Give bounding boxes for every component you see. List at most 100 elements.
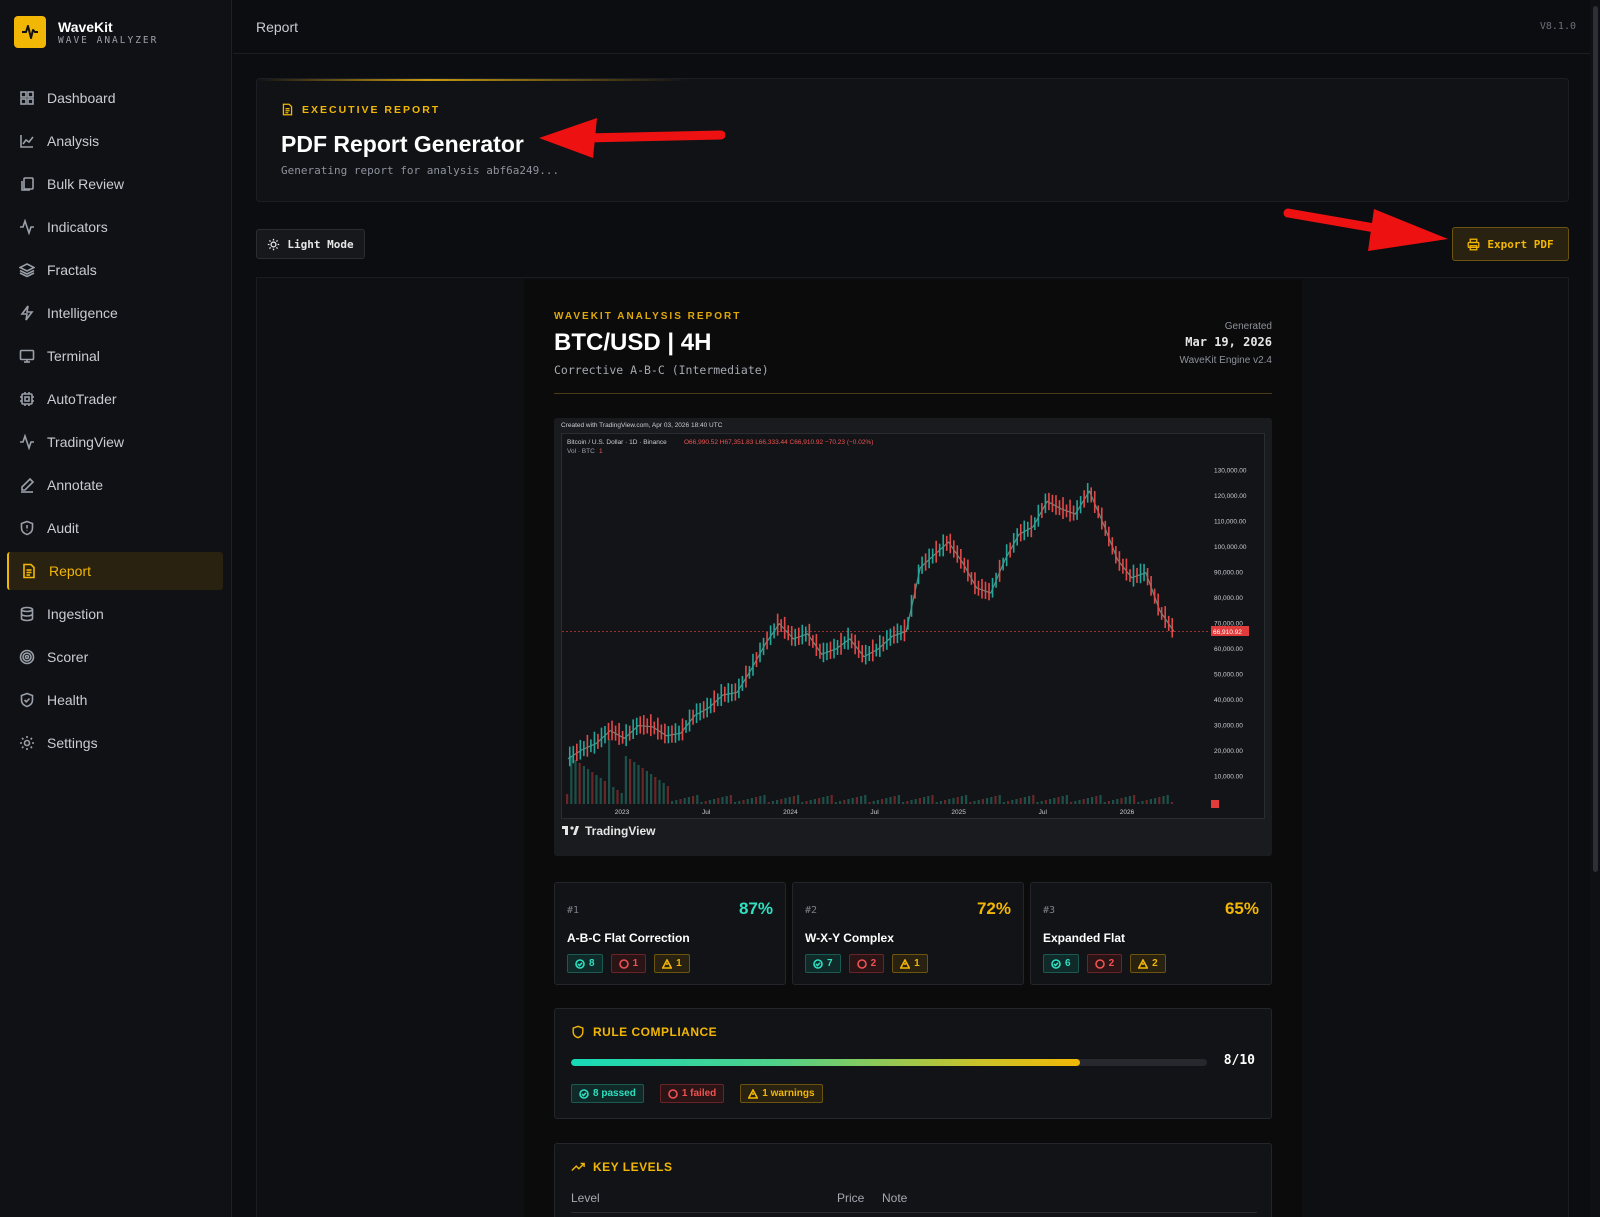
sidebar-item-terminal[interactable]: Terminal: [7, 337, 223, 375]
volume-bar: [1049, 799, 1052, 804]
volume-bar: [658, 780, 661, 804]
volume-bar: [948, 799, 951, 804]
volume-bar: [608, 739, 611, 804]
x-tick-label: 2026: [1120, 809, 1135, 816]
volume-bar: [687, 797, 690, 804]
y-tick-label: 60,000.00: [1214, 646, 1243, 653]
sidebar-item-label: Settings: [47, 735, 98, 751]
pattern-name: A-B-C Flat Correction: [567, 931, 690, 945]
volume-bar: [1099, 795, 1102, 804]
sidebar-item-analysis[interactable]: Analysis: [7, 122, 223, 160]
sidebar-item-dashboard[interactable]: Dashboard: [7, 79, 223, 117]
passed-chip: 8: [567, 954, 603, 973]
pattern-rank: #2: [805, 905, 818, 916]
failed-summary: 1 failed: [681, 1088, 717, 1099]
volume-bar: [893, 796, 896, 804]
light-mode-button[interactable]: Light Mode: [256, 229, 365, 259]
volume-bar: [696, 795, 699, 804]
sidebar-item-scorer[interactable]: Scorer: [7, 638, 223, 676]
sidebar-item-fractals[interactable]: Fractals: [7, 251, 223, 289]
volume-bar: [1120, 798, 1123, 804]
failed-count: 1: [632, 958, 639, 969]
sidebar-item-audit[interactable]: Audit: [7, 509, 223, 547]
volume-bar: [671, 801, 674, 804]
volume-bar: [914, 799, 917, 804]
line-chart-icon: [20, 135, 34, 148]
failed-chip: 2: [848, 954, 885, 973]
volume-bar: [654, 777, 657, 804]
scrollbar[interactable]: [1590, 0, 1600, 1217]
rule-compliance-title-text: RULE COMPLIANCE: [593, 1025, 718, 1039]
sidebar-item-bulk-review[interactable]: Bulk Review: [7, 165, 223, 203]
annotation-arrow-left: [539, 118, 725, 158]
x-tick-label: Jul: [1039, 809, 1048, 816]
volume-bar: [738, 801, 741, 804]
sidebar-item-label: Fractals: [47, 262, 97, 278]
sun-icon: [268, 238, 280, 250]
column-header-note: Note: [882, 1191, 908, 1205]
volume-bar: [910, 800, 913, 804]
pattern-confidence: 87%: [738, 899, 773, 918]
gear-icon: [20, 736, 34, 750]
compliance-progress-bar: [571, 1059, 1207, 1066]
volume-bar: [902, 802, 905, 804]
volume-bar: [1095, 796, 1098, 804]
layers-icon: [19, 263, 35, 278]
x-tick-label: 2024: [783, 809, 798, 816]
volume-bar: [1162, 796, 1165, 804]
volume-bar: [620, 793, 623, 804]
volume-bar: [574, 760, 577, 804]
sidebar-item-report[interactable]: Report: [7, 552, 223, 590]
warning-chip: 1: [654, 954, 690, 973]
sidebar-nav: Dashboard Analysis Bulk Review Indicator…: [7, 79, 223, 767]
volume-bar: [1170, 802, 1173, 804]
volume-bar: [1015, 799, 1018, 804]
volume-bar: [809, 800, 812, 804]
failed-chip: 2: [1086, 954, 1123, 973]
sidebar-item-tradingview[interactable]: TradingView: [7, 423, 223, 461]
volume-bar: [1124, 797, 1127, 804]
volume-bar: [603, 781, 606, 804]
x-tick-label: 2025: [951, 809, 966, 816]
sidebar-item-intelligence[interactable]: Intelligence: [7, 294, 223, 332]
volume-bar: [994, 796, 997, 804]
sidebar-item-label: Audit: [47, 520, 79, 536]
pattern-card-2[interactable]: #2 72% W-X-Y Complex 7 2 1: [792, 882, 1024, 985]
hero-title: PDF Report Generator: [281, 131, 524, 157]
sidebar-item-annotate[interactable]: Annotate: [7, 466, 223, 504]
volume-bar: [1044, 800, 1047, 804]
sidebar-item-settings[interactable]: Settings: [7, 724, 223, 762]
volume-bar: [1133, 795, 1136, 804]
database-icon: [20, 606, 34, 622]
volume-bar: [1158, 797, 1161, 804]
compliance-score: 8/10: [1223, 1053, 1255, 1068]
accent-line: [257, 79, 687, 81]
volume-bar: [918, 798, 921, 804]
pattern-card-3[interactable]: #3 65% Expanded Flat 6 2 2: [1030, 882, 1272, 985]
volume-bar: [633, 762, 636, 804]
y-tick-label: 80,000.00: [1214, 595, 1243, 602]
volume-bar: [839, 801, 842, 804]
brand[interactable]: WaveKit WAVE ANALYZER: [14, 16, 158, 48]
printer-icon: [1467, 238, 1480, 250]
y-tick-label: 110,000.00: [1214, 519, 1246, 526]
volume-bar: [650, 774, 653, 804]
volume-bar: [792, 796, 795, 804]
sidebar-item-autotrader[interactable]: AutoTrader: [7, 380, 223, 418]
pattern-card-1[interactable]: #1 87% A-B-C Flat Correction 8 1 1: [554, 882, 786, 985]
sidebar-item-health[interactable]: Health: [7, 681, 223, 719]
sidebar-item-indicators[interactable]: Indicators: [7, 208, 223, 246]
scrollbar-thumb[interactable]: [1593, 6, 1598, 872]
volume-bar: [1007, 801, 1010, 804]
page-title: Report: [256, 19, 299, 35]
monitor-icon: [19, 349, 35, 363]
volume-bar: [923, 797, 926, 804]
x-circle-icon: [618, 958, 629, 969]
volume-bar: [1011, 800, 1014, 804]
export-pdf-button[interactable]: Export PDF: [1452, 227, 1569, 261]
warning-icon: [748, 1088, 759, 1099]
sidebar-item-ingestion[interactable]: Ingestion: [7, 595, 223, 633]
rule-compliance-title: RULE COMPLIANCE: [571, 1025, 717, 1039]
pattern-rank: #1: [567, 905, 580, 916]
failed-count: 2: [1108, 958, 1115, 969]
